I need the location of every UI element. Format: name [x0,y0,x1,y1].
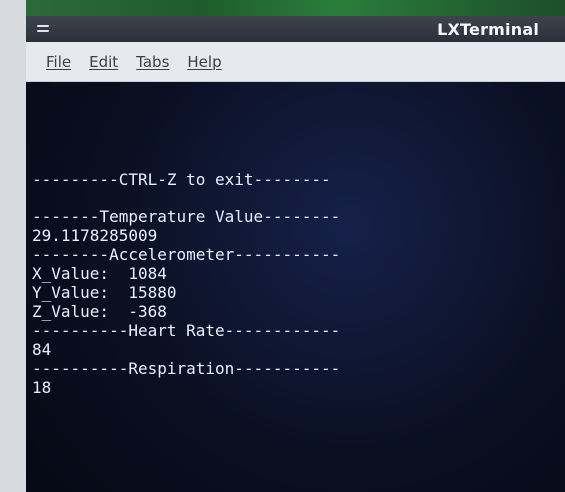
terminal-line-temp-value: 29.1178285009 [32,226,158,245]
menubar: File Edit Tabs Help [26,42,565,82]
menu-help-label: Help [187,52,222,71]
hamburger-icon[interactable] [36,22,50,36]
menu-file-label: File [46,52,72,71]
terminal-line-temp-header: -------Temperature Value-------- [32,207,341,226]
terminal-line-resp-value: 18 [32,378,52,397]
terminal-line-z-value: Z_Value: -368 [32,302,167,321]
terminal-line-y-value: Y_Value: 15880 [32,283,177,302]
desktop-left-border [0,0,26,492]
titlebar-left [36,22,50,36]
menu-file[interactable]: File [44,49,73,75]
terminal-output[interactable]: ---------CTRL-Z to exit-------- -------T… [26,82,565,492]
terminal-line-resp-header: ----------Respiration----------- [32,359,341,378]
menu-help[interactable]: Help [185,49,223,75]
terminal-line-heart-value: 84 [32,340,52,359]
menu-tabs-label: Tabs [136,52,170,71]
menu-tabs[interactable]: Tabs [134,49,171,75]
window-titlebar[interactable]: LXTerminal [26,16,565,42]
menu-edit[interactable]: Edit [87,49,120,75]
terminal-line-exit-hint: ---------CTRL-Z to exit-------- [32,170,331,189]
terminal-line-accel-header: --------Accelerometer----------- [32,245,341,264]
terminal-window: LXTerminal File Edit Tabs Help ---------… [26,16,565,492]
terminal-line-x-value: X_Value: 1084 [32,264,167,283]
menu-edit-label: Edit [89,52,119,71]
window-title: LXTerminal [437,19,539,39]
terminal-line-heart-header: ----------Heart Rate------------ [32,321,341,340]
